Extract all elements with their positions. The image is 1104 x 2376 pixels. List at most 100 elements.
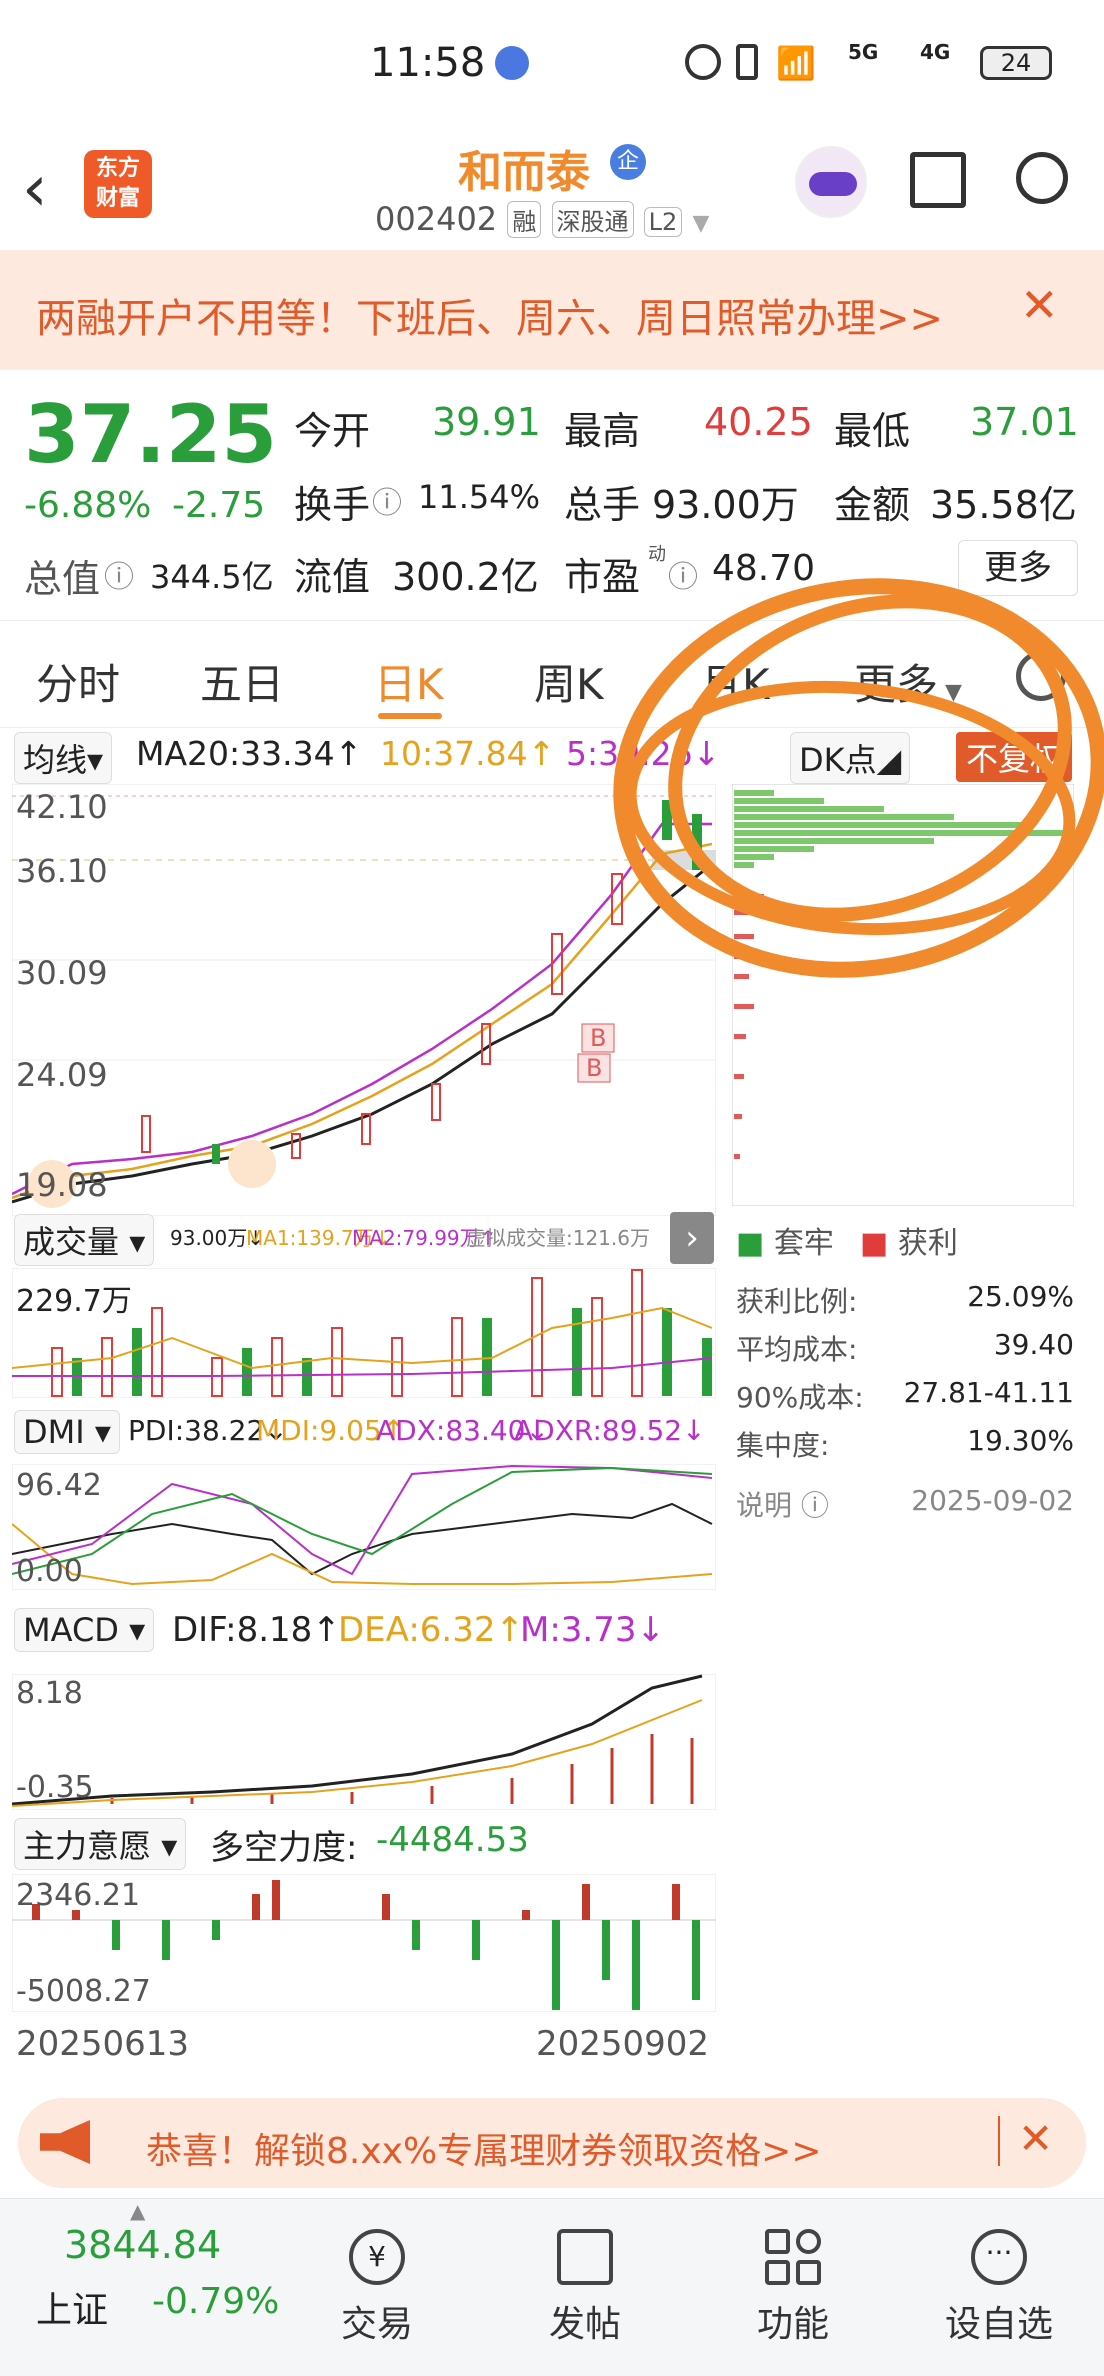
share-icon[interactable]: [910, 152, 966, 208]
volume-y-top: 229.7万: [16, 1284, 132, 1319]
app-logo: 东方 财富: [84, 150, 152, 218]
indicator-dropdown[interactable]: 均线▾: [14, 732, 113, 784]
chip-date: 2025-09-02: [911, 1484, 1074, 1517]
divider: [998, 2116, 1000, 2166]
float-value: 300.2亿: [392, 555, 539, 599]
promo-ad-bar[interactable]: 恭喜！解锁8.xx%专属理财券领取资格>> ✕: [18, 2098, 1086, 2188]
y-tick-3: 30.09: [16, 954, 108, 992]
more-dots-icon: ···: [971, 2229, 1027, 2285]
megaphone-icon: [40, 2120, 90, 2164]
macd-label: MACD: [23, 1611, 119, 1649]
dmi-y-bottom: 0.00: [16, 1554, 83, 1589]
search-icon[interactable]: [1016, 152, 1068, 204]
macd-y-top: 8.18: [16, 1676, 83, 1711]
status-bar: 11:58 📶 5G 4G 24: [0, 0, 1104, 130]
mktcap-value: 344.5亿: [150, 558, 274, 596]
tab-daily-k[interactable]: 日K: [374, 651, 444, 712]
network-label: 5G: [848, 40, 879, 64]
close-icon[interactable]: ✕: [1018, 2114, 1053, 2163]
y-tick-2: 36.10: [16, 852, 108, 890]
ma20-value: MA20:33.34↑: [136, 734, 363, 773]
index-value[interactable]: 3844.84: [64, 2223, 221, 2267]
macd-dea: DEA:6.32↑: [338, 1610, 524, 1650]
grid-icon: [765, 2229, 821, 2285]
index-change[interactable]: -0.79%: [152, 2281, 279, 2322]
volume-dropdown[interactable]: 成交量 ▾: [14, 1214, 155, 1266]
close-icon[interactable]: ✕: [1020, 278, 1059, 332]
dmi-adxr: ADXR:89.52↓: [514, 1414, 706, 1447]
legend-trapped: ■ 套牢: [736, 1226, 834, 1261]
enterprise-badge: 企: [610, 144, 646, 180]
nav-trade-label: 交易: [340, 2304, 413, 2345]
nav-post[interactable]: 发帖: [520, 2229, 650, 2347]
main-force-power-label: 多空力度:: [210, 1828, 358, 1868]
indicator-label: 均线: [23, 741, 88, 779]
tag-margin: 融: [507, 201, 542, 238]
active-tab-indicator: [378, 713, 442, 719]
ad-text: 恭喜！解锁8.xx%专属理财券领取资格>>: [146, 2131, 822, 2172]
vibrate-icon: [736, 44, 758, 80]
dmi-dropdown[interactable]: DMI ▾: [14, 1410, 120, 1454]
y-tick-5: 19.08: [16, 1166, 108, 1204]
mktcap-label: 总值: [24, 557, 101, 601]
chip-row-value: 25.09%: [967, 1280, 1074, 1313]
macd-dropdown[interactable]: MACD ▾: [14, 1608, 155, 1652]
macd-y-bottom: -0.35: [16, 1770, 94, 1805]
chart-area: 均线▾ MA20:33.34↑ 10:37.84↑ 5:39.26↓ DK点◢ …: [0, 578, 1104, 2068]
banner-text: 两融开户不用等！下班后、周六、周日照常办理>>: [36, 296, 944, 342]
turnover-value: 11.54%: [418, 478, 541, 516]
ma10-value: 10:37.84↑: [380, 734, 556, 773]
chip-row-value: 39.40: [993, 1328, 1074, 1361]
nav-add-watchlist-label: 设自选: [944, 2304, 1053, 2345]
date-start: 20250613: [16, 2024, 190, 2064]
info-icon[interactable]: ⓘ: [104, 552, 134, 596]
nav-trade[interactable]: ¥ 交易: [312, 2229, 442, 2347]
bottom-nav: ▲ 3844.84 上证 -0.79% ¥ 交易 发帖 功能 ··· 设自选: [0, 2198, 1104, 2376]
chip-row-value: 19.30%: [967, 1424, 1074, 1457]
high-value: 40.25: [704, 400, 813, 444]
caret-up-icon: ▲: [130, 2199, 146, 2223]
nav-function-label: 功能: [756, 2304, 829, 2345]
chip-row-value: 27.81-41.11: [903, 1376, 1074, 1409]
legend-trapped-label: 套牢: [773, 1226, 834, 1261]
chevron-down-icon: ▼: [692, 211, 710, 236]
dmi-y-top: 96.42: [16, 1468, 102, 1503]
clock: 11:58: [370, 40, 486, 86]
virtual-volume: 虚拟成交量:121.6万: [466, 1226, 650, 1250]
turnover-label: 换手: [294, 483, 371, 527]
network-label-2: 4G: [920, 40, 951, 64]
main-force-label: 主力意愿: [23, 1827, 152, 1865]
chevron-right-icon[interactable]: ›: [670, 1212, 714, 1264]
index-name[interactable]: 上证: [36, 2281, 108, 2333]
tab-intraday[interactable]: 分时: [36, 651, 120, 712]
stock-code-row[interactable]: 002402 融 深股通 L2 ▼: [375, 200, 709, 238]
main-force-y-top: 2346.21: [16, 1878, 141, 1913]
nav-function[interactable]: 功能: [728, 2229, 858, 2347]
dmi-chart: [12, 1464, 716, 1590]
nav-post-label: 发帖: [548, 2304, 621, 2345]
robot-assistant-icon[interactable]: [795, 146, 867, 218]
last-price: 37.25: [24, 388, 278, 481]
date-end: 20250902: [536, 2024, 710, 2064]
legend-profit-label: 获利: [897, 1226, 958, 1261]
volume-label: 成交量: [23, 1223, 120, 1261]
promo-banner[interactable]: 两融开户不用等！下班后、周六、周日照常办理>> ✕: [0, 250, 1104, 370]
main-force-dropdown[interactable]: 主力意愿 ▾: [14, 1818, 187, 1870]
y-tick-4: 24.09: [16, 1056, 108, 1094]
float-label: 流值: [294, 555, 371, 599]
yen-icon: ¥: [349, 2229, 405, 2285]
tab-five-day[interactable]: 五日: [200, 651, 284, 712]
stock-code: 002402: [375, 200, 498, 238]
buy-marker-2[interactable]: B: [586, 1054, 602, 1082]
app-indicator-icon: [495, 46, 529, 80]
wifi-icon: 📶: [776, 44, 816, 82]
battery-icon: 24: [980, 46, 1052, 80]
back-icon[interactable]: ‹: [22, 152, 48, 226]
logo-line-2: 财富: [95, 186, 140, 211]
edit-icon: [557, 2229, 613, 2285]
main-force-y-bottom: -5008.27: [16, 1974, 151, 2009]
nav-add-watchlist[interactable]: ··· 设自选: [934, 2229, 1064, 2347]
open-value: 39.91: [432, 400, 541, 444]
logo-line-1: 东方: [95, 156, 140, 181]
info-icon[interactable]: ⓘ: [372, 478, 402, 522]
